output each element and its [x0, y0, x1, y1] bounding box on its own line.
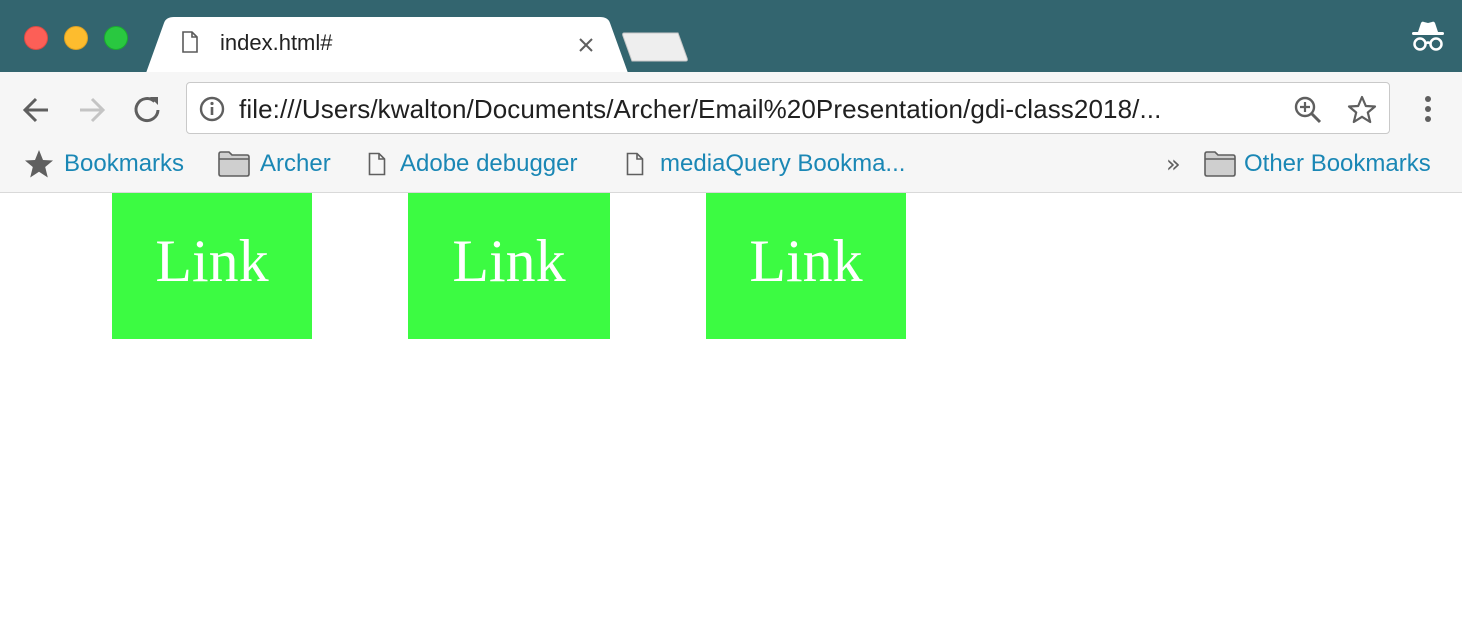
document-icon: [368, 152, 386, 176]
forward-icon[interactable]: [76, 94, 108, 126]
info-icon[interactable]: [199, 96, 225, 122]
incognito-icon: [1412, 21, 1444, 51]
url-text[interactable]: file:///Users/kwalton/Documents/Archer/E…: [239, 94, 1161, 125]
bookmark-label: mediaQuery Bookma...: [660, 150, 906, 177]
bookmark-archer[interactable]: Archer: [218, 144, 331, 184]
document-icon: [626, 152, 644, 176]
bookmarks-bar: Bookmarks Archer Adobe debugger mediaQue…: [0, 144, 1462, 192]
nav-link-3[interactable]: Link: [706, 193, 906, 339]
maximize-window-button[interactable]: [104, 26, 128, 50]
bookmark-label: Other Bookmarks: [1244, 150, 1431, 177]
nav-link-1[interactable]: Link: [112, 193, 312, 339]
link-label: Link: [452, 227, 566, 294]
close-icon[interactable]: [578, 37, 594, 53]
back-icon[interactable]: [20, 94, 52, 126]
bookmark-adobe-debugger[interactable]: Adobe debugger: [368, 144, 578, 184]
browser-toolbar: file:///Users/kwalton/Documents/Archer/E…: [0, 72, 1462, 193]
address-bar[interactable]: file:///Users/kwalton/Documents/Archer/E…: [186, 82, 1390, 134]
star-icon: [25, 150, 53, 178]
bookmark-mediaquery[interactable]: mediaQuery Bookma...: [626, 144, 905, 184]
active-tab[interactable]: index.html#: [146, 17, 628, 73]
reload-icon[interactable]: [132, 94, 164, 126]
star-icon[interactable]: [1347, 95, 1377, 125]
overflow-chevron-icon: »: [1166, 150, 1181, 178]
link-label: Link: [749, 227, 863, 294]
folder-icon: [1204, 151, 1236, 177]
minimize-window-button[interactable]: [64, 26, 88, 50]
bookmark-label: Bookmarks: [64, 150, 185, 177]
close-window-button[interactable]: [24, 26, 48, 50]
nav-link-2[interactable]: Link: [408, 193, 610, 339]
tab-title: index.html#: [220, 30, 333, 55]
new-tab-button[interactable]: [620, 31, 688, 63]
bookmarks-overflow-button[interactable]: »: [1166, 144, 1181, 184]
folder-icon: [218, 151, 250, 177]
zoom-icon[interactable]: [1293, 95, 1323, 125]
link-label: Link: [155, 227, 269, 294]
title-bar: index.html#: [0, 0, 1462, 73]
menu-icon[interactable]: [1418, 94, 1438, 124]
tab-shape: [146, 17, 628, 73]
page-content: Link Link Link: [0, 193, 1462, 636]
bookmark-label: Adobe debugger: [400, 150, 578, 177]
document-icon: [182, 31, 198, 53]
bookmark-other-bookmarks[interactable]: Other Bookmarks: [1204, 144, 1431, 184]
bookmark-label: Archer: [260, 150, 331, 177]
bookmark-bookmarks[interactable]: Bookmarks: [24, 144, 184, 184]
